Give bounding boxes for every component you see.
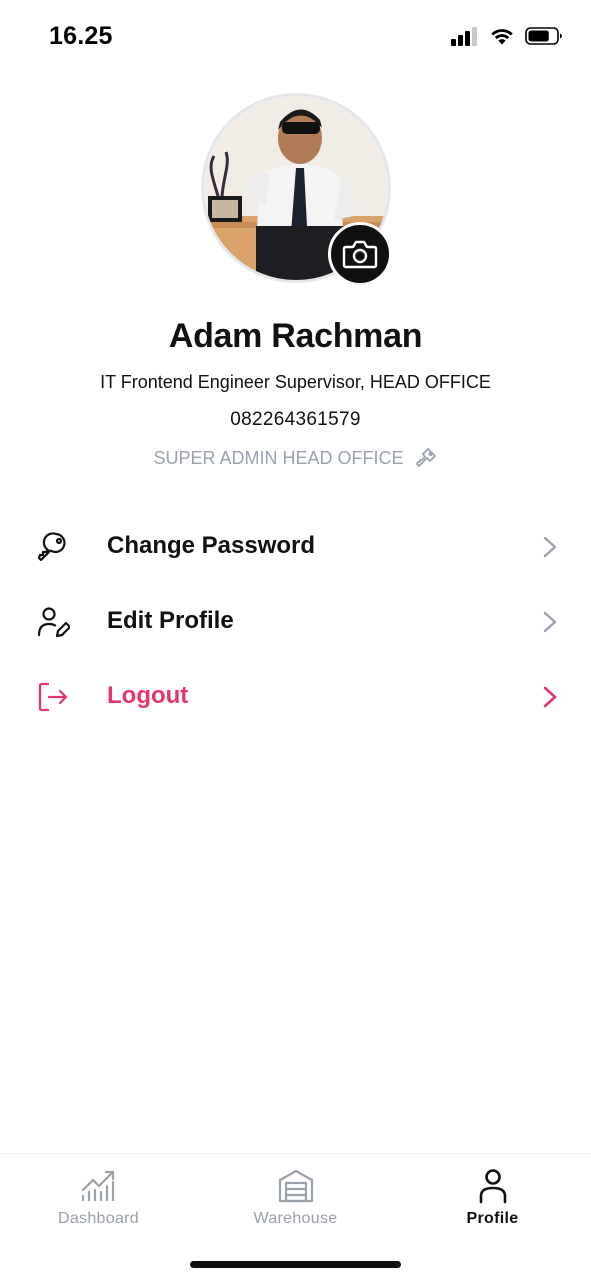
- nav-warehouse[interactable]: Warehouse: [197, 1154, 394, 1244]
- nav-warehouse-label: Warehouse: [253, 1210, 338, 1227]
- user-icon: [479, 1169, 506, 1204]
- chevron-right-icon: [543, 686, 557, 708]
- profile-phone: 082264361579: [230, 409, 361, 430]
- camera-icon: [342, 240, 378, 269]
- wifi-icon: [491, 29, 513, 45]
- cellular-signal-icon: [451, 27, 477, 46]
- home-indicator: [190, 1261, 401, 1268]
- logout-label: Logout: [107, 682, 189, 709]
- status-time: 16.25: [49, 22, 113, 50]
- status-bar: 16.25: [0, 0, 591, 76]
- avatar-container: [201, 93, 392, 286]
- nav-profile-label: Profile: [466, 1210, 519, 1227]
- key-icon: [37, 532, 66, 562]
- profile-name: Adam Rachman: [168, 317, 423, 355]
- nav-dashboard-label: Dashboard: [58, 1210, 139, 1227]
- chevron-right-icon: [543, 536, 557, 558]
- battery-icon: [525, 27, 562, 45]
- profile-role-label: SUPER ADMIN HEAD OFFICE: [153, 447, 404, 468]
- change-photo-button[interactable]: [328, 222, 392, 286]
- profile-role: SUPER ADMIN HEAD OFFICE: [0, 446, 591, 470]
- chevron-right-icon: [543, 611, 557, 633]
- chart-icon: [81, 1170, 114, 1202]
- warehouse-icon: [278, 1169, 313, 1203]
- bottom-navigation: Dashboard Warehouse Profile: [0, 1153, 591, 1280]
- profile-position: IT Frontend Engineer Supervisor, HEAD OF…: [100, 372, 491, 392]
- user-edit-icon: [37, 607, 70, 638]
- key-icon: [415, 448, 436, 467]
- nav-dashboard[interactable]: Dashboard: [0, 1154, 197, 1244]
- edit-profile-label: Edit Profile: [107, 607, 234, 634]
- change-password-label: Change Password: [107, 532, 316, 559]
- change-password-button[interactable]: Change Password: [0, 516, 591, 576]
- status-icons: [451, 26, 563, 46]
- logout-button[interactable]: Logout: [0, 666, 591, 726]
- edit-profile-button[interactable]: Edit Profile: [0, 591, 591, 651]
- logout-icon: [38, 682, 68, 712]
- nav-profile[interactable]: Profile: [394, 1154, 591, 1244]
